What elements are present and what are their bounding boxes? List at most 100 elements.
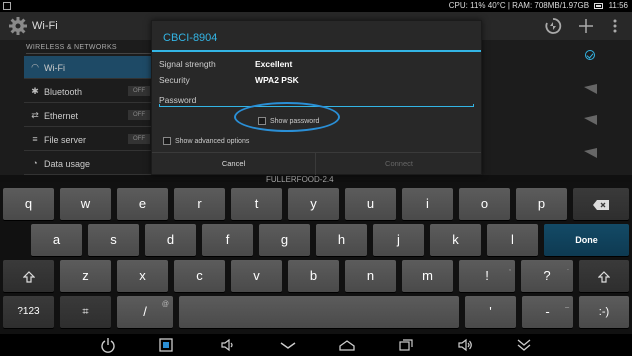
volume-up-icon[interactable] bbox=[457, 337, 473, 353]
key-exclamation[interactable]: , ! bbox=[459, 260, 515, 292]
sidebar-item-bluetooth[interactable]: ✱ Bluetooth OFF bbox=[24, 80, 152, 103]
key-slash[interactable]: @ / bbox=[117, 296, 173, 328]
sidebar-item-ethernet[interactable]: ⇄ Ethernet OFF bbox=[24, 104, 152, 127]
sidebar-item-label: Ethernet bbox=[44, 111, 79, 121]
backspace-key[interactable] bbox=[573, 188, 629, 220]
key-apostrophe[interactable]: ' bbox=[465, 296, 516, 328]
wifi-signal-icon bbox=[584, 148, 597, 158]
dialog-button-bar: Cancel Connect bbox=[152, 152, 481, 175]
gear-icon[interactable] bbox=[8, 16, 28, 36]
key-a[interactable]: a bbox=[31, 224, 82, 256]
keyboard-settings-key[interactable]: ⌗ bbox=[60, 296, 111, 328]
sidebar-item-file-server[interactable]: ≡ File server OFF bbox=[24, 128, 152, 151]
key-x[interactable]: x bbox=[117, 260, 168, 292]
key-z[interactable]: z bbox=[60, 260, 111, 292]
recent-apps-icon[interactable] bbox=[398, 337, 414, 353]
bluetooth-icon: ✱ bbox=[31, 86, 39, 96]
connect-button[interactable]: Connect bbox=[317, 153, 481, 175]
highlight-annotation bbox=[234, 102, 340, 132]
shift-key[interactable] bbox=[3, 260, 54, 292]
key-g[interactable]: g bbox=[259, 224, 310, 256]
cancel-button[interactable]: Cancel bbox=[152, 153, 316, 175]
shift-icon bbox=[22, 270, 35, 283]
dialog-title: CBCI-8904 bbox=[163, 32, 218, 44]
on-screen-keyboard: q w e r t y u i o p a s d f g h j k l Do… bbox=[0, 182, 632, 334]
wifi-signal-icon bbox=[584, 84, 597, 94]
security-value: WPA2 PSK bbox=[255, 75, 299, 85]
key-i[interactable]: i bbox=[402, 188, 453, 220]
power-icon[interactable] bbox=[100, 337, 116, 353]
section-divider bbox=[26, 53, 151, 54]
home-icon[interactable] bbox=[339, 337, 355, 353]
navigation-bar bbox=[0, 334, 632, 356]
key-q[interactable]: q bbox=[3, 188, 54, 220]
status-bar-info: CPU: 11% 40°C | RAM: 708MB/1.97GB 11:56 bbox=[449, 1, 628, 10]
smiley-key[interactable]: :-) bbox=[579, 296, 629, 328]
wps-icon[interactable] bbox=[544, 17, 562, 35]
sidebar-item-label: File server bbox=[44, 135, 87, 145]
key-dash-label: - bbox=[545, 304, 550, 319]
overflow-menu-icon[interactable] bbox=[606, 17, 624, 35]
volume-down-icon[interactable] bbox=[220, 337, 236, 353]
section-header: WIRELESS & NETWORKS bbox=[26, 44, 117, 51]
back-icon[interactable] bbox=[280, 337, 296, 353]
temperature-value: 40°C bbox=[487, 1, 506, 10]
key-v[interactable]: v bbox=[231, 260, 282, 292]
ethernet-toggle[interactable]: OFF bbox=[128, 110, 150, 120]
hide-keyboard-icon[interactable] bbox=[516, 337, 532, 353]
key-b[interactable]: b bbox=[288, 260, 339, 292]
key-hint: _ bbox=[565, 301, 569, 308]
file-server-toggle[interactable]: OFF bbox=[128, 134, 150, 144]
key-f[interactable]: f bbox=[202, 224, 253, 256]
key-j[interactable]: j bbox=[373, 224, 424, 256]
data-usage-icon: ◔ bbox=[32, 158, 38, 168]
sidebar-item-data-usage[interactable]: ◔ Data usage bbox=[24, 152, 152, 175]
sidebar-item-wifi[interactable]: ◠ Wi-Fi bbox=[24, 56, 152, 79]
status-bar: CPU: 11% 40°C | RAM: 708MB/1.97GB 11:56 bbox=[0, 0, 632, 12]
key-k[interactable]: k bbox=[430, 224, 481, 256]
done-key[interactable]: Done bbox=[544, 224, 629, 256]
cpu-label: CPU: bbox=[448, 1, 468, 10]
ethernet-icon: ⇄ bbox=[31, 110, 39, 120]
clock: 11:56 bbox=[608, 1, 628, 10]
shift-key-right[interactable] bbox=[579, 260, 629, 292]
key-m[interactable]: m bbox=[402, 260, 453, 292]
screenshot-notification-icon bbox=[3, 2, 11, 10]
key-u[interactable]: u bbox=[345, 188, 396, 220]
key-c[interactable]: c bbox=[174, 260, 225, 292]
key-h[interactable]: h bbox=[316, 224, 367, 256]
key-p[interactable]: p bbox=[516, 188, 567, 220]
advanced-options-checkbox[interactable] bbox=[163, 137, 171, 145]
wifi-connect-dialog: CBCI-8904 Signal strength Excellent Secu… bbox=[151, 20, 482, 175]
key-d[interactable]: d bbox=[145, 224, 196, 256]
space-bar[interactable] bbox=[179, 296, 459, 328]
key-l[interactable]: l bbox=[487, 224, 538, 256]
key-y[interactable]: y bbox=[288, 188, 339, 220]
key-e[interactable]: e bbox=[117, 188, 168, 220]
sidebar-item-label: Wi-Fi bbox=[44, 63, 65, 73]
key-r[interactable]: r bbox=[174, 188, 225, 220]
key-question-label: ? bbox=[543, 268, 551, 283]
key-s[interactable]: s bbox=[88, 224, 139, 256]
sidebar-item-label: Bluetooth bbox=[44, 87, 83, 97]
key-hint: @ bbox=[161, 301, 169, 308]
signal-strength-value: Excellent bbox=[255, 59, 293, 69]
key-dash[interactable]: _ - bbox=[522, 296, 573, 328]
shift-icon bbox=[598, 270, 610, 283]
key-t[interactable]: t bbox=[231, 188, 282, 220]
key-exclamation-label: ! bbox=[485, 268, 489, 283]
key-question[interactable]: . ? bbox=[521, 260, 573, 292]
file-server-icon: ≡ bbox=[32, 134, 38, 144]
key-o[interactable]: o bbox=[459, 188, 510, 220]
key-w[interactable]: w bbox=[60, 188, 111, 220]
screenshot-icon[interactable] bbox=[158, 337, 174, 353]
bluetooth-toggle[interactable]: OFF bbox=[128, 86, 150, 96]
key-slash-label: / bbox=[143, 304, 147, 319]
symbols-key[interactable]: ?123 bbox=[3, 296, 54, 328]
ram-value: | RAM: 708MB/1.97GB bbox=[507, 1, 590, 10]
wifi-signal-icon bbox=[584, 115, 597, 125]
add-icon[interactable] bbox=[577, 17, 595, 35]
key-n[interactable]: n bbox=[345, 260, 396, 292]
advanced-options-label[interactable]: Show advanced options bbox=[175, 138, 249, 145]
connected-check-icon bbox=[585, 50, 595, 60]
